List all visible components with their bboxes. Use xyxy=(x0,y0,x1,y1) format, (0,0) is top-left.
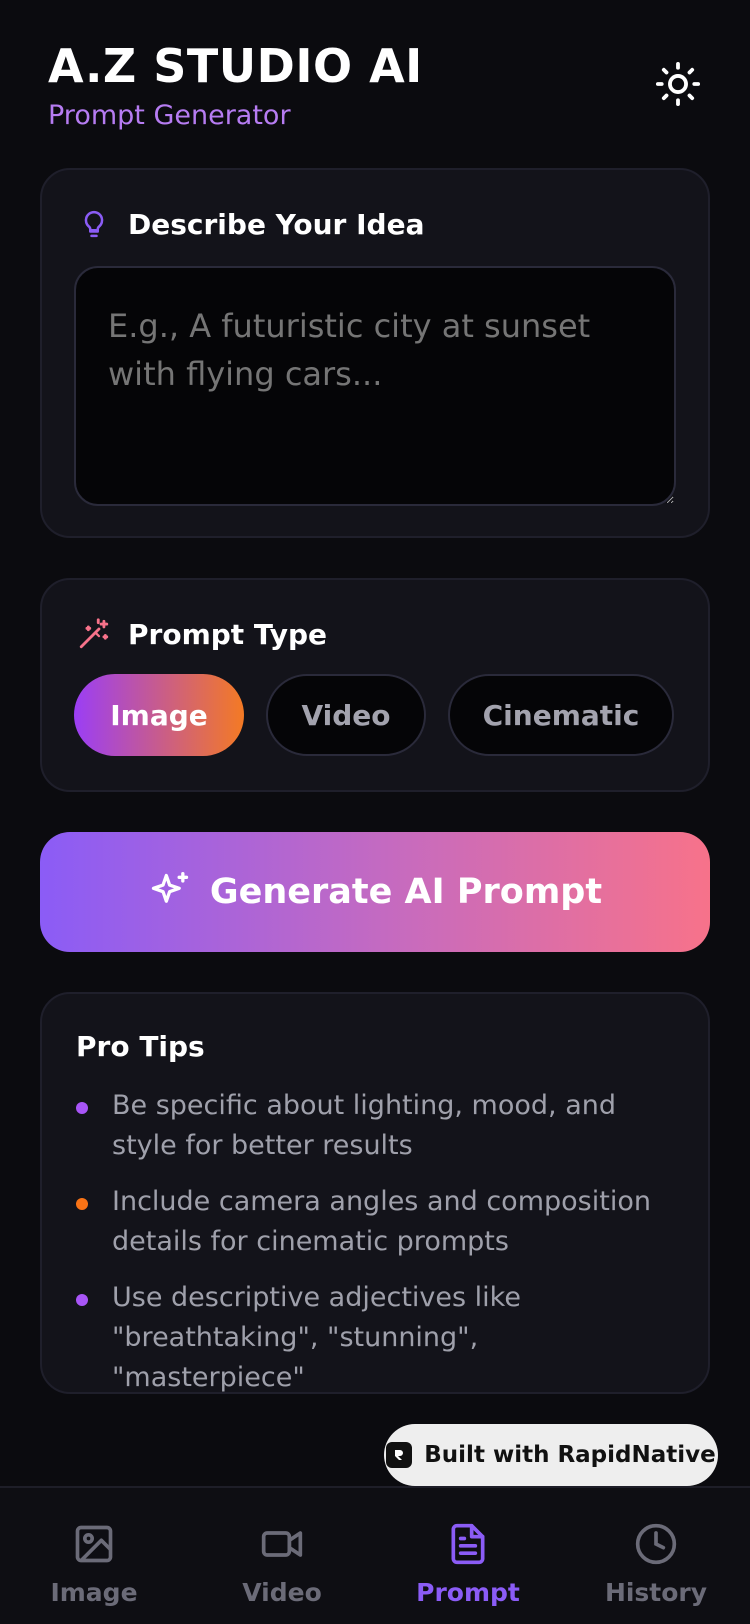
idea-card-header: Describe Your Idea xyxy=(76,206,424,242)
image-icon xyxy=(75,1525,113,1563)
nav-item-prompt[interactable]: Prompt xyxy=(388,1522,548,1607)
built-with-badge[interactable]: Built with RapidNative xyxy=(384,1424,718,1486)
idea-input[interactable] xyxy=(74,266,676,506)
nav-label: Image xyxy=(50,1578,138,1607)
nav-item-video[interactable]: Video xyxy=(202,1522,362,1607)
prompt-type-header: Prompt Type xyxy=(76,616,327,652)
pro-tips-card: Pro Tips Be specific about lighting, moo… xyxy=(40,992,710,1394)
tip-item: Be specific about lighting, mood, and st… xyxy=(76,1086,676,1166)
idea-card-title: Describe Your Idea xyxy=(128,207,425,241)
clock-icon xyxy=(635,1523,677,1565)
option-cinematic[interactable]: Cinematic xyxy=(448,674,674,756)
prompt-type-card: Prompt Type Image Video Cinematic xyxy=(40,578,710,792)
document-icon xyxy=(451,1523,485,1565)
nav-label: History xyxy=(604,1578,708,1607)
nav-item-image[interactable]: Image xyxy=(14,1522,174,1607)
tip-text: Include camera angles and composition de… xyxy=(112,1186,651,1257)
sparkles-icon xyxy=(151,872,189,903)
magic-wand-icon xyxy=(76,616,112,652)
tip-text: Use descriptive adjectives like "breatht… xyxy=(112,1282,521,1393)
video-icon xyxy=(261,1531,303,1557)
badge-label: Built with RapidNative xyxy=(424,1442,716,1468)
app-subtitle: Prompt Generator xyxy=(48,100,291,131)
app-header: A.Z STUDIO AI Prompt Generator xyxy=(48,38,423,131)
bottom-nav: Image Video Prompt History xyxy=(0,1486,750,1624)
prompt-type-title: Prompt Type xyxy=(128,617,327,651)
tip-item: Include camera angles and composition de… xyxy=(76,1182,676,1262)
sun-icon xyxy=(655,61,701,107)
bullet-dot xyxy=(76,1294,88,1306)
nav-item-history[interactable]: History xyxy=(576,1522,736,1607)
tip-item: Use descriptive adjectives like "breatht… xyxy=(76,1278,676,1398)
bullet-dot xyxy=(76,1198,88,1210)
bullet-dot xyxy=(76,1102,88,1114)
nav-label: Video xyxy=(242,1578,322,1607)
generate-button-label: Generate AI Prompt xyxy=(209,872,603,912)
pro-tips-list: Be specific about lighting, mood, and st… xyxy=(76,1086,676,1414)
pro-tips-title: Pro Tips xyxy=(76,1030,205,1063)
option-image[interactable]: Image xyxy=(74,674,244,756)
theme-toggle-button[interactable] xyxy=(652,58,704,110)
prompt-type-options: Image Video Cinematic xyxy=(74,674,674,756)
generate-prompt-button[interactable]: Generate AI Prompt xyxy=(40,832,710,952)
app-title: A.Z STUDIO AI xyxy=(48,39,423,93)
option-video[interactable]: Video xyxy=(266,674,426,756)
tip-text: Be specific about lighting, mood, and st… xyxy=(112,1090,616,1161)
idea-card: Describe Your Idea xyxy=(40,168,710,538)
lightbulb-icon xyxy=(76,206,112,242)
rapidnative-logo-icon xyxy=(386,1442,413,1468)
nav-label: Prompt xyxy=(416,1578,520,1607)
